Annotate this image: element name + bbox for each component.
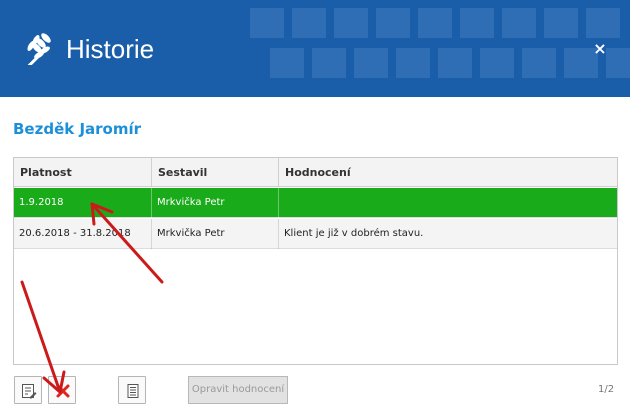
close-icon[interactable]: × — [591, 40, 609, 58]
cell-hodnoceni — [279, 188, 617, 218]
cell-hodnoceni: Klient je již v dobrém stavu. — [284, 228, 424, 239]
column-header-sestavil[interactable]: Sestavil — [152, 158, 279, 187]
column-header-hodnoceni[interactable]: Hodnocení — [279, 158, 617, 187]
fix-evaluation-button[interactable]: Opravit hodnocení — [188, 376, 288, 404]
dialog-title: Historie — [66, 34, 155, 64]
delete-icon — [56, 384, 70, 398]
cell-platnost: 20.6.2018 - 31.8.2018 — [14, 219, 152, 249]
edit-icon — [22, 384, 37, 399]
column-header-platnost[interactable]: Platnost — [14, 158, 152, 187]
delete-button[interactable] — [48, 376, 76, 404]
cell-sestavil: Mrkvička Petr — [152, 219, 279, 249]
page-indicator: 1/2 — [598, 384, 615, 395]
history-dialog: Historie × Bezděk Jaromír Platnost Sesta… — [0, 0, 630, 418]
person-name: Bezděk Jaromír — [13, 120, 142, 138]
cell-platnost: 1.9.2018 — [14, 188, 152, 218]
table-row[interactable]: 20.6.2018 - 31.8.2018 Mrkvička Petr Klie… — [14, 219, 617, 249]
table-header-row: Platnost Sestavil Hodnocení — [14, 158, 617, 187]
header-pattern — [230, 0, 630, 97]
dialog-header: Historie × — [0, 0, 630, 97]
table-row[interactable]: 1.9.2018 Mrkvička Petr — [14, 188, 617, 218]
wheat-icon — [25, 33, 51, 65]
document-button[interactable] — [118, 376, 146, 404]
document-icon — [127, 384, 139, 398]
history-table: Platnost Sestavil Hodnocení 1.9.2018 Mrk… — [13, 157, 618, 365]
edit-button[interactable] — [14, 376, 42, 404]
cell-sestavil: Mrkvička Petr — [152, 188, 279, 218]
